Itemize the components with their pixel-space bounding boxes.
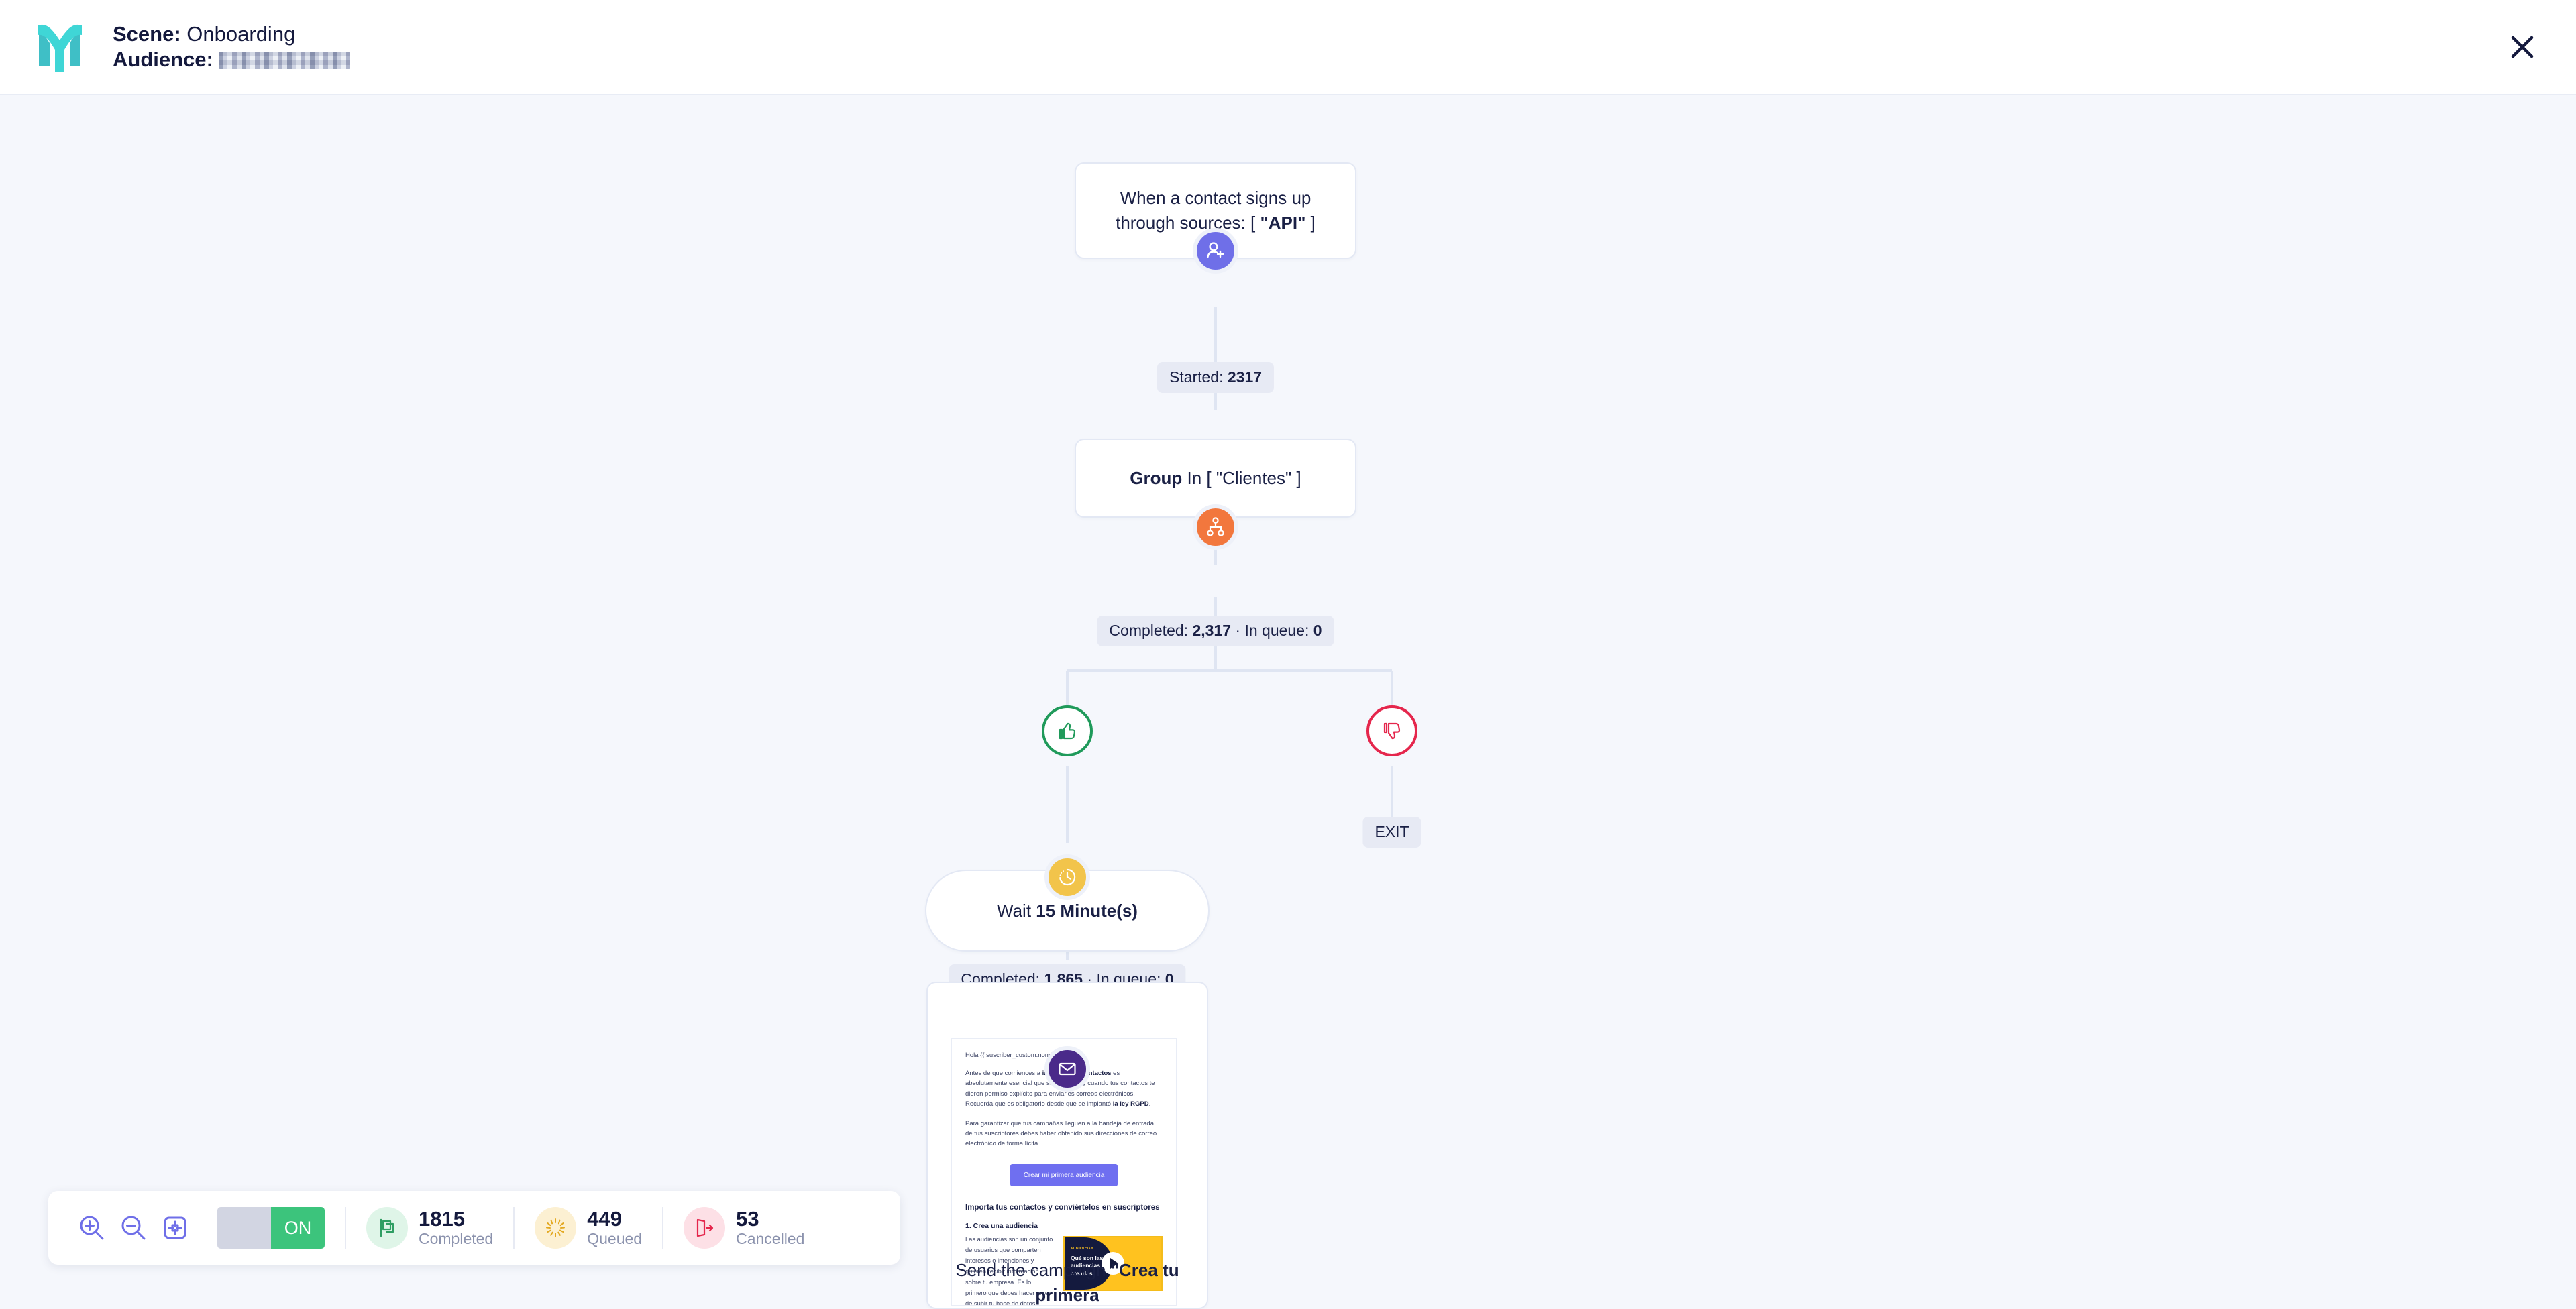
trigger-badge-label: Started:	[1169, 368, 1228, 386]
spinner-icon	[546, 1218, 566, 1237]
person-add-icon[interactable]	[1193, 228, 1238, 274]
audience-label: Audience:	[113, 48, 213, 71]
completed-value: 1815	[419, 1206, 465, 1231]
thumbs-up-icon	[1059, 722, 1076, 740]
toolbar-divider-2	[513, 1207, 515, 1249]
flow-connectors	[1066, 307, 1393, 1068]
sitemap-group-icon[interactable]	[1193, 504, 1238, 550]
campaign-label-prefix: Send the campaign	[955, 1260, 1111, 1281]
flag-icon	[380, 1218, 394, 1237]
group-text-strong: Group	[1130, 467, 1183, 488]
campaign-label: Send the campaign "Crea tu primera	[928, 1258, 1207, 1308]
completed-bubble	[366, 1207, 408, 1249]
email-p1-a: Antes de que comiences a	[965, 1070, 1042, 1077]
canvas-toolbar[interactable]: ON 1815 Completed 449 Queued 53 Cancelle…	[48, 1191, 900, 1265]
exit-badge: EXIT	[1362, 817, 1421, 848]
queued-text: 449 Queued	[587, 1206, 643, 1248]
zoom-out-button[interactable]	[113, 1207, 154, 1249]
mailrelay-m-logo	[38, 24, 82, 73]
audience-value-redacted	[219, 52, 351, 69]
branch-no-thumbs-down[interactable]	[1366, 705, 1417, 756]
toolbar-divider-3	[662, 1207, 664, 1249]
person-add-glyph	[1207, 242, 1224, 258]
queued-value: 449	[587, 1206, 622, 1231]
campaign-card[interactable]: Hola {{ suscriber_custom.nombre }} Antes…	[926, 982, 1208, 1309]
email-p1-e: .	[1148, 1100, 1151, 1108]
clock-wait-icon[interactable]	[1044, 854, 1090, 900]
trigger-badge: Started: 2317	[1157, 362, 1275, 393]
group-badge: Completed: 2,317 · In queue: 0	[1097, 616, 1334, 646]
toolbar-divider	[345, 1207, 346, 1249]
wait-text-strong: 15 Minute(s)	[1036, 900, 1138, 921]
scene-value: Onboarding	[186, 22, 296, 46]
scene-on-off-toggle[interactable]: ON	[217, 1207, 325, 1249]
scene-title-block: Scene: Onboarding Audience:	[113, 21, 351, 72]
stat-cancelled: 53 Cancelled	[684, 1207, 804, 1249]
queued-bubble	[535, 1207, 577, 1249]
fit-to-screen-icon	[164, 1216, 186, 1239]
email-p1-d: la ley RGPD	[1112, 1100, 1149, 1108]
sitemap-glyph	[1207, 517, 1224, 536]
email-cta-wrap: Crear mi primera audiencia	[965, 1163, 1163, 1186]
group-text-suffix: In [ "Clientes" ]	[1182, 467, 1301, 488]
app-header: Scene: Onboarding Audience:	[0, 0, 2576, 95]
completed-label: Completed	[419, 1230, 494, 1248]
close-button[interactable]	[2502, 27, 2542, 67]
trigger-text-suffix: ]	[1305, 213, 1316, 233]
thumb-label: AUDIENCIAS	[1071, 1246, 1094, 1250]
cancelled-bubble	[684, 1207, 726, 1249]
group-queue-label: In queue:	[1244, 622, 1313, 639]
group-completed-value: 2,317	[1192, 622, 1232, 639]
zoom-out-icon	[121, 1216, 146, 1240]
scene-label: Scene:	[113, 22, 181, 46]
envelope-glyph	[1059, 1062, 1076, 1076]
toggle-off-half[interactable]	[217, 1207, 271, 1249]
trigger-badge-value: 2317	[1227, 368, 1263, 386]
trigger-text-strong: "API"	[1260, 213, 1306, 233]
email-cta-button[interactable]: Crear mi primera audiencia	[1010, 1163, 1118, 1186]
cancelled-label: Cancelled	[736, 1230, 805, 1248]
cancelled-value: 53	[736, 1206, 759, 1231]
wait-text-prefix: Wait	[997, 900, 1036, 921]
zoom-in-icon	[80, 1216, 104, 1240]
completed-text: 1815 Completed	[419, 1206, 494, 1248]
scene-row: Scene: Onboarding	[113, 21, 350, 47]
audience-row: Audience:	[113, 47, 351, 72]
group-queue-value: 0	[1313, 622, 1322, 639]
fit-to-screen-button[interactable]	[154, 1207, 196, 1249]
wait-text: Wait 15 Minute(s)	[977, 899, 1158, 923]
group-badge-sep: ·	[1231, 622, 1245, 639]
stat-queued: 449 Queued	[535, 1207, 642, 1249]
thumbs-down-icon	[1383, 722, 1401, 740]
toggle-on-half[interactable]: ON	[271, 1207, 325, 1249]
branch-yes-thumbs-up[interactable]	[1042, 705, 1093, 756]
envelope-icon[interactable]	[1044, 1046, 1090, 1092]
group-text: Group In [ "Clientes" ]	[1110, 466, 1321, 491]
email-paragraph-2: Para garantizar que tus campañas lleguen…	[965, 1119, 1157, 1148]
exit-door-icon	[696, 1218, 714, 1237]
email-heading-2: Importa tus contactos y conviértelos en …	[965, 1203, 1160, 1212]
cancelled-text: 53 Cancelled	[736, 1206, 805, 1248]
email-heading-3: 1. Crea una audiencia	[965, 1221, 1038, 1230]
scene-flow-canvas[interactable]: When a contact signs up through sources:…	[0, 95, 2576, 1309]
queued-label: Queued	[587, 1230, 643, 1248]
stat-completed: 1815 Completed	[366, 1207, 493, 1249]
clock-glyph	[1059, 868, 1076, 886]
group-completed-label: Completed:	[1109, 622, 1193, 639]
zoom-in-button[interactable]	[71, 1207, 113, 1249]
close-icon	[2511, 36, 2534, 58]
